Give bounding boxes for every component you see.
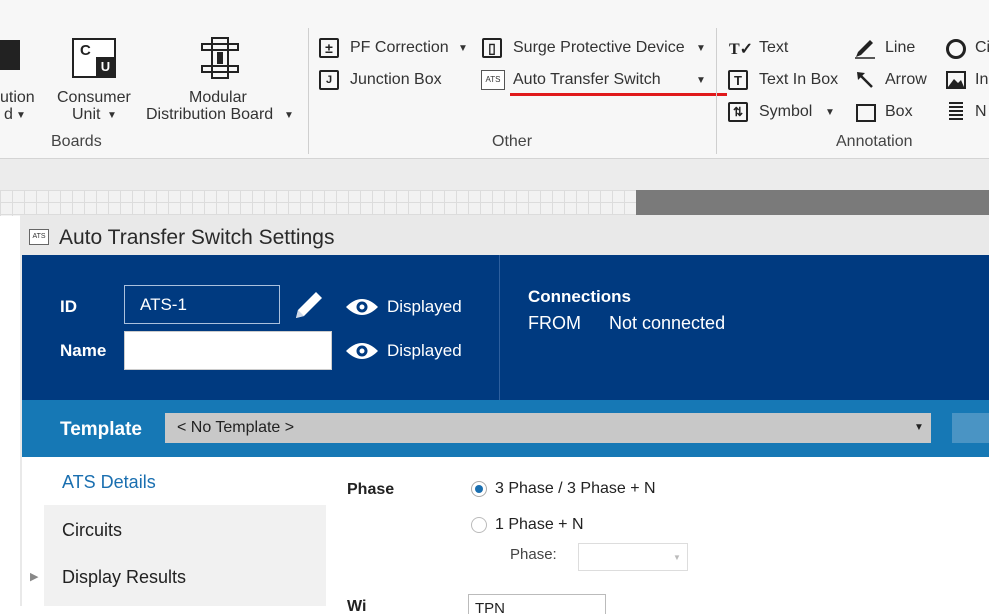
nav-item-ats-details[interactable]: ATS Details	[62, 472, 156, 493]
phase-label: Phase	[347, 481, 395, 498]
chevron-down-icon[interactable]: ▼	[696, 75, 706, 86]
dialog-title: Auto Transfer Switch Settings	[59, 226, 335, 249]
consumer-unit-label-1[interactable]: Consumer	[57, 89, 131, 107]
connections-title: Connections	[528, 287, 631, 306]
line-tool-icon[interactable]	[853, 36, 877, 65]
eye-icon[interactable]	[345, 341, 379, 366]
pf-correction-icon[interactable]: ±	[319, 38, 339, 58]
consumer-unit-icon-c: C	[80, 42, 91, 59]
surge-protective-device-icon[interactable]: ▯	[482, 38, 502, 58]
junction-box-icon[interactable]: J	[319, 70, 339, 90]
id-label: ID	[60, 297, 77, 316]
phase-option-1-phase[interactable]: 1 Phase + N	[495, 516, 584, 534]
consumer-unit-icon[interactable]: C U	[72, 38, 116, 78]
template-select-value: < No Template >	[177, 419, 295, 436]
chevron-down-icon[interactable]: ▼	[696, 43, 706, 54]
note-tool-icon[interactable]	[949, 102, 963, 120]
circle-tool-icon[interactable]	[946, 39, 966, 59]
symbol-label[interactable]: Symbol	[759, 103, 812, 121]
modular-board-label-2[interactable]: Distribution Board	[146, 106, 273, 124]
nav-item-circuits[interactable]: Circuits	[62, 520, 122, 541]
text-tool-label[interactable]: Text	[759, 39, 788, 57]
wiring-select-value: TPN	[475, 600, 505, 614]
auto-transfer-switch-label[interactable]: Auto Transfer Switch	[513, 71, 661, 89]
symbol-icon[interactable]: ⇅	[728, 102, 748, 122]
distribution-board-icon[interactable]	[0, 40, 20, 70]
pencil-icon[interactable]	[292, 288, 326, 327]
group-label-annotation: Annotation	[836, 133, 913, 150]
text-in-box-icon[interactable]: T	[728, 70, 748, 90]
dialog-ats-icon: ATS	[29, 229, 49, 245]
box-tool-icon[interactable]	[856, 104, 876, 122]
template-select[interactable]: < No Template > ▼	[165, 413, 931, 443]
eye-icon[interactable]	[345, 297, 379, 322]
modular-distribution-board-icon[interactable]	[200, 36, 240, 80]
ats-icon[interactable]: ATS	[481, 70, 505, 90]
radio-selected-dot	[475, 485, 483, 493]
distribution-board-label-2[interactable]: d	[4, 106, 13, 124]
chevron-down-icon[interactable]: ▼	[284, 110, 294, 121]
image-tool-icon[interactable]	[946, 71, 966, 94]
drawing-grid[interactable]	[0, 190, 636, 216]
line-tool-label[interactable]: Line	[885, 39, 915, 57]
note-tool-label[interactable]: N	[975, 103, 987, 121]
group-label-other: Other	[492, 133, 533, 150]
chevron-down-icon[interactable]: ▼	[825, 107, 835, 118]
junction-box-label[interactable]: Junction Box	[350, 71, 442, 89]
wiring-label-partial: Wi	[347, 598, 367, 615]
template-action-button[interactable]	[952, 413, 989, 443]
circle-tool-label[interactable]: Ci	[975, 39, 989, 57]
highlight-underline-ribbon	[510, 93, 727, 96]
box-tool-label[interactable]: Box	[885, 103, 913, 121]
arrow-tool-icon[interactable]	[855, 70, 875, 95]
displayed-toggle-name[interactable]: Displayed	[387, 341, 462, 361]
consumer-unit-label-2[interactable]: Unit	[72, 106, 100, 124]
header-divider	[499, 255, 500, 400]
id-input[interactable]	[124, 285, 280, 324]
chevron-down-icon[interactable]: ▼	[16, 110, 26, 121]
chevron-down-icon: ▼	[914, 422, 924, 433]
divider	[716, 28, 717, 154]
expand-arrow-icon[interactable]: ▶	[30, 570, 38, 583]
wiring-select-partial[interactable]: TPN	[468, 594, 606, 614]
text-tool-icon[interactable]: T✓	[729, 39, 753, 59]
canvas-shadow	[636, 190, 989, 216]
dialog-header	[22, 255, 989, 400]
chevron-down-icon[interactable]: ▼	[107, 110, 117, 121]
text-in-box-label[interactable]: Text In Box	[759, 71, 838, 89]
consumer-unit-icon-u: U	[96, 57, 115, 76]
group-label-boards: Boards	[51, 133, 102, 150]
nav-item-display-results[interactable]: Display Results	[62, 567, 186, 588]
modular-board-label-1[interactable]: Modular	[189, 89, 247, 107]
distribution-board-label-1[interactable]: ution	[0, 89, 35, 107]
name-label: Name	[60, 341, 107, 360]
template-label: Template	[60, 419, 143, 440]
divider	[308, 28, 309, 154]
chevron-down-icon: ▼	[673, 553, 681, 562]
chevron-down-icon[interactable]: ▼	[458, 43, 468, 54]
phase-sub-label: Phase:	[510, 546, 557, 563]
from-label: FROM	[528, 313, 581, 333]
pf-correction-label[interactable]: PF Correction	[350, 39, 449, 57]
arrow-tool-label[interactable]: Arrow	[885, 71, 927, 89]
from-value: Not connected	[609, 313, 726, 333]
radio-3-phase[interactable]	[471, 481, 487, 497]
image-tool-label[interactable]: In	[975, 71, 988, 89]
surge-protective-device-label[interactable]: Surge Protective Device	[513, 39, 685, 57]
phase-sub-select[interactable]: ▼	[578, 543, 688, 571]
displayed-toggle-id[interactable]: Displayed	[387, 297, 462, 317]
phase-option-3-phase[interactable]: 3 Phase / 3 Phase + N	[495, 480, 656, 498]
radio-1-phase[interactable]	[471, 517, 487, 533]
name-input[interactable]	[124, 331, 332, 370]
